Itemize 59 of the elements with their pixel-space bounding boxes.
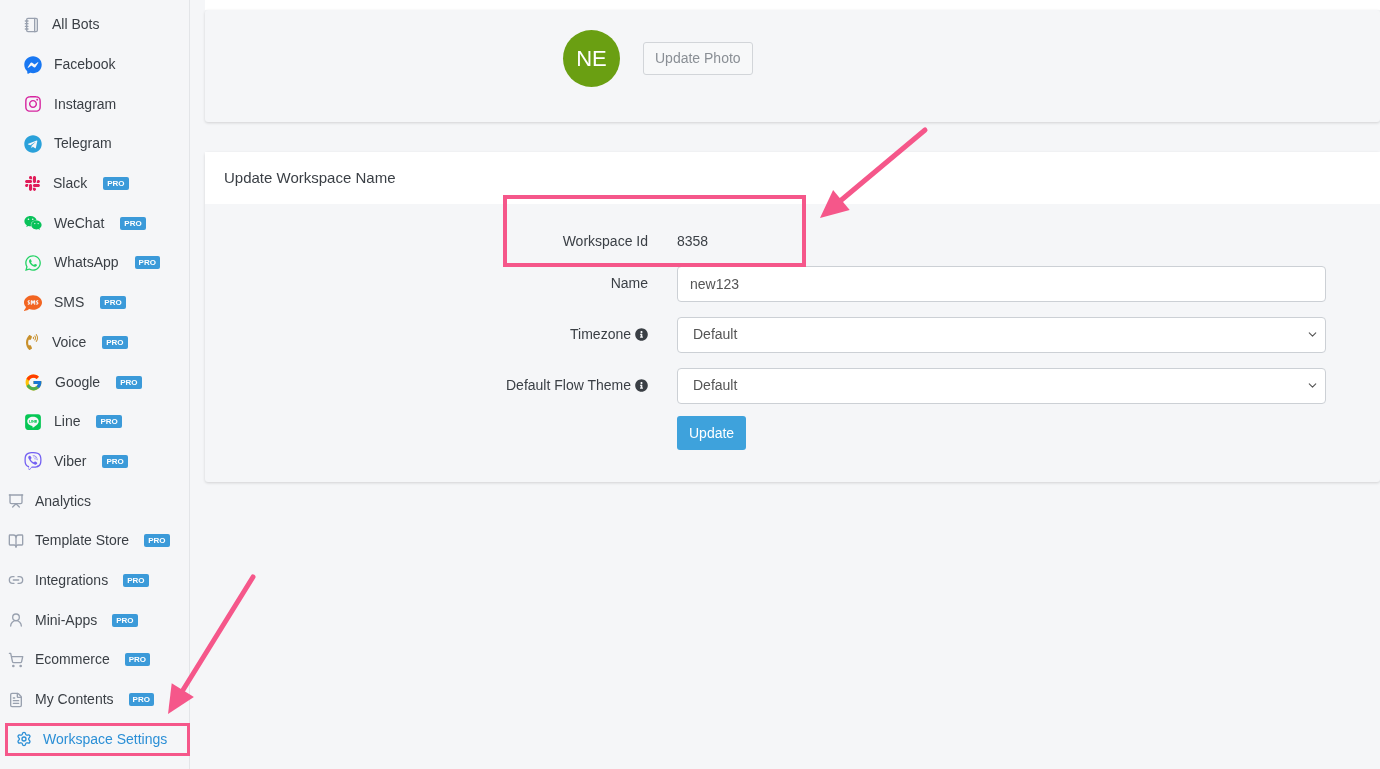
pro-badge: PRO xyxy=(102,335,128,349)
workspace-id-label: Workspace Id xyxy=(562,231,648,251)
sidebar-item[interactable]: Viber PRO xyxy=(0,444,148,478)
viber-icon xyxy=(24,452,42,471)
cart-icon xyxy=(8,651,24,668)
name-field[interactable]: new123 xyxy=(677,265,1326,302)
settings-icon xyxy=(16,731,32,748)
sidebar-item[interactable]: Line PRO xyxy=(0,405,142,439)
pro-badge: PRO xyxy=(96,415,122,429)
avatar: NE xyxy=(563,30,620,87)
notebook-icon xyxy=(24,16,40,33)
workspace-id-value: 8358 xyxy=(677,231,709,251)
instagram-icon xyxy=(24,95,42,114)
sidebar-item[interactable]: Ecommerce PRO xyxy=(0,643,171,677)
phone-icon xyxy=(24,334,40,351)
pro-badge: PRO xyxy=(100,296,126,310)
pro-badge: PRO xyxy=(116,375,142,389)
sidebar-item[interactable]: Facebook xyxy=(0,48,136,82)
sidebar-item[interactable]: Voice PRO xyxy=(0,325,148,359)
slack-icon xyxy=(24,175,41,193)
sidebar-item[interactable]: SMS PRO xyxy=(0,286,146,320)
whatsapp-icon xyxy=(24,253,42,272)
google-icon xyxy=(24,372,43,392)
pro-badge: PRO xyxy=(134,256,160,270)
field-label: Name xyxy=(610,274,648,293)
select-field[interactable]: Default xyxy=(677,367,1326,404)
user-icon xyxy=(8,612,24,629)
pro-badge: PRO xyxy=(128,693,154,707)
sidebar-item[interactable]: WhatsApp PRO xyxy=(0,246,180,280)
select-field[interactable]: Default xyxy=(677,316,1326,353)
sidebar-item[interactable]: Instagram xyxy=(0,87,137,121)
sms-icon xyxy=(24,293,42,312)
messenger-icon xyxy=(24,55,42,74)
book-icon xyxy=(8,532,24,549)
sidebar-item[interactable]: Google PRO xyxy=(0,365,162,399)
sidebar-item[interactable]: Slack PRO xyxy=(0,167,149,201)
field-label: Timezone xyxy=(570,325,631,344)
pro-badge: PRO xyxy=(124,653,151,667)
sidebar-item[interactable]: Integrations PRO xyxy=(0,563,169,597)
line-icon xyxy=(24,412,42,431)
sidebar-item[interactable]: Mini-Apps PRO xyxy=(0,603,158,637)
pro-badge: PRO xyxy=(120,216,146,230)
telegram-icon xyxy=(24,134,42,153)
sidebar-item[interactable]: My Contents PRO xyxy=(0,683,174,717)
presentation-icon xyxy=(8,493,24,510)
document-icon xyxy=(8,691,24,708)
wechat-icon xyxy=(24,214,42,233)
pro-badge: PRO xyxy=(103,177,129,191)
field-label: Default Flow Theme xyxy=(506,376,631,395)
pro-badge: PRO xyxy=(112,613,138,627)
pro-badge: PRO xyxy=(144,534,170,548)
pro-badge: PRO xyxy=(123,573,149,587)
pro-badge: PRO xyxy=(102,454,128,468)
sidebar-item[interactable]: Template Store PRO xyxy=(0,524,190,558)
sidebar-item[interactable]: Analytics xyxy=(0,484,112,518)
sidebar-item[interactable]: WeChat PRO xyxy=(0,206,166,240)
sidebar-item[interactable]: Telegram xyxy=(0,127,132,161)
sidebar-item[interactable]: All Bots xyxy=(0,8,120,42)
card-title: Update Workspace Name xyxy=(224,167,396,188)
